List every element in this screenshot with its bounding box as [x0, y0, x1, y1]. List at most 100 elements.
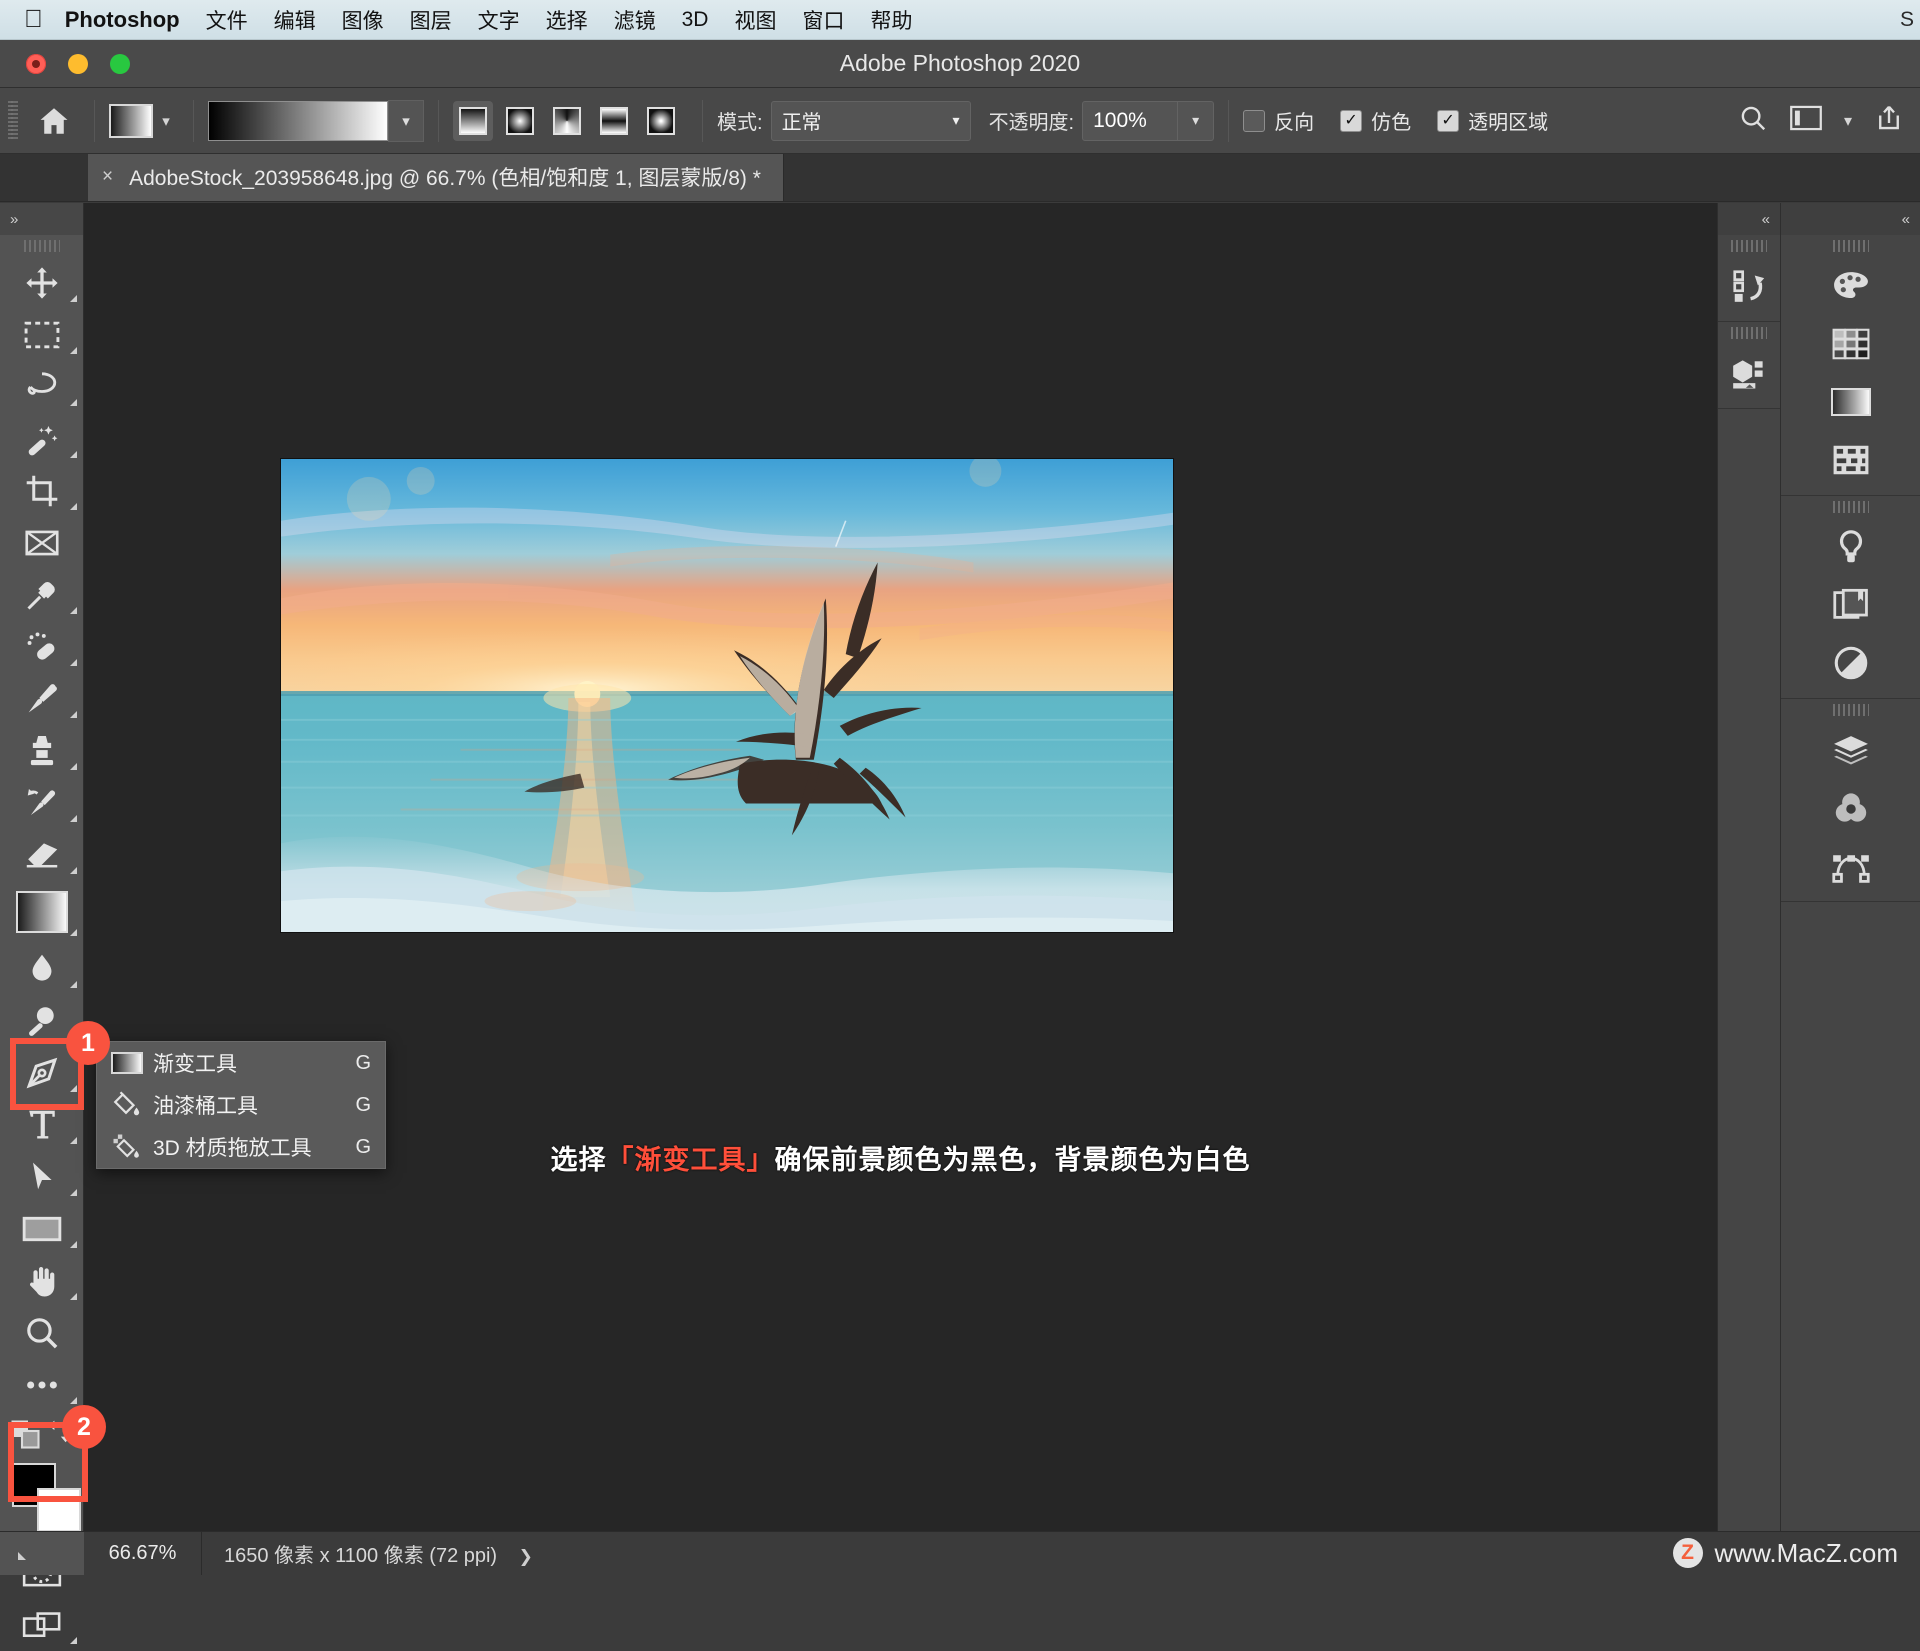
- menu-help[interactable]: 帮助: [870, 5, 912, 35]
- transparency-checkbox[interactable]: ✓: [1437, 109, 1460, 132]
- toolbar-grip[interactable]: [0, 235, 83, 257]
- flyout-item-3d-material-drop-tool[interactable]: 3D 材质拖放工具 G: [97, 1126, 385, 1168]
- rectangle-tool[interactable]: [0, 1203, 83, 1255]
- channels-panel-icon[interactable]: [1781, 779, 1920, 837]
- brush-tool[interactable]: [0, 673, 83, 725]
- chevron-right-icon[interactable]: ❯: [519, 1547, 533, 1566]
- share-icon[interactable]: [1874, 103, 1904, 138]
- menu-window[interactable]: 窗口: [802, 5, 844, 35]
- properties-panel-icon[interactable]: [1781, 634, 1920, 692]
- canvas-area[interactable]: 选择「渐变工具」确保前景颜色为黑色，背景颜色为白色: [84, 203, 1717, 1531]
- crop-tool[interactable]: [0, 465, 83, 517]
- gradient-tool[interactable]: [0, 881, 83, 943]
- tools-panel: »: [0, 203, 84, 1644]
- radial-gradient-button[interactable]: [500, 101, 540, 141]
- rectangular-marquee-tool[interactable]: [0, 309, 83, 361]
- diamond-gradient-button[interactable]: [641, 101, 681, 141]
- gradient-picker-chevron-down-icon[interactable]: ▾: [388, 99, 424, 142]
- swatches-panel-icon[interactable]: [1781, 315, 1920, 373]
- hand-tool[interactable]: [0, 1255, 83, 1307]
- eraser-tool[interactable]: [0, 829, 83, 881]
- opacity-input[interactable]: 100%: [1082, 100, 1179, 141]
- edit-toolbar-more[interactable]: [0, 1359, 83, 1411]
- flyout-shortcut: G: [355, 1135, 371, 1158]
- menubar-status-fragment: S: [1899, 7, 1914, 31]
- menu-layer[interactable]: 图层: [410, 5, 452, 35]
- primary-dock-collapse-button[interactable]: «: [1781, 203, 1920, 235]
- dock-grip[interactable]: [1781, 235, 1920, 257]
- home-icon[interactable]: [34, 101, 74, 141]
- 3d-panel-icon[interactable]: [1718, 344, 1780, 402]
- clone-stamp-tool[interactable]: [0, 725, 83, 777]
- reflected-gradient-button[interactable]: [594, 101, 634, 141]
- dither-checkbox-row[interactable]: ✓ 仿色: [1340, 106, 1411, 135]
- workspace-icon[interactable]: [1790, 105, 1822, 136]
- document-tab[interactable]: × AdobeStock_203958648.jpg @ 66.7% (色相/饱…: [88, 153, 784, 201]
- search-icon[interactable]: [1738, 103, 1768, 138]
- gradient-tool-icon: [15, 891, 68, 933]
- gradient-preset-swatch[interactable]: [109, 103, 153, 138]
- close-icon[interactable]: ×: [102, 166, 113, 188]
- path-selection-tool[interactable]: [0, 1151, 83, 1203]
- menu-file[interactable]: 文件: [206, 5, 248, 35]
- menu-edit[interactable]: 编辑: [274, 5, 316, 35]
- gradient-preview[interactable]: [208, 100, 388, 141]
- gradient-preset-chevron-down-icon[interactable]: ▾: [153, 112, 179, 130]
- blend-mode-select[interactable]: 正常 ▾: [770, 100, 971, 141]
- window-titlebar: Adobe Photoshop 2020: [0, 40, 1920, 88]
- color-panel-icon[interactable]: [1781, 257, 1920, 315]
- transparency-checkbox-row[interactable]: ✓ 透明区域: [1437, 106, 1548, 135]
- menu-filter[interactable]: 滤镜: [614, 5, 656, 35]
- menu-view[interactable]: 视图: [734, 5, 776, 35]
- menu-image[interactable]: 图像: [342, 5, 384, 35]
- layers-panel-icon[interactable]: [1781, 721, 1920, 779]
- lasso-tool[interactable]: [0, 361, 83, 413]
- minimize-button[interactable]: [68, 54, 88, 74]
- menu-3d[interactable]: 3D: [682, 8, 709, 32]
- menu-type[interactable]: 文字: [478, 5, 520, 35]
- dock-grip[interactable]: [1781, 496, 1920, 518]
- dock-grip[interactable]: [1781, 699, 1920, 721]
- secondary-dock-collapse-button[interactable]: «: [1718, 203, 1780, 235]
- menu-select[interactable]: 选择: [546, 5, 588, 35]
- patterns-panel-icon[interactable]: [1781, 431, 1920, 489]
- flyout-item-paint-bucket-tool[interactable]: 油漆桶工具 G: [97, 1084, 385, 1126]
- toolbar-collapse-button[interactable]: »: [0, 203, 83, 235]
- magic-wand-tool[interactable]: [0, 413, 83, 465]
- maximize-button[interactable]: [110, 54, 130, 74]
- angle-gradient-button[interactable]: [547, 101, 587, 141]
- paths-panel-icon[interactable]: [1781, 837, 1920, 895]
- move-tool[interactable]: [0, 257, 83, 309]
- options-bar-grip[interactable]: [8, 100, 18, 141]
- screen-mode-icon[interactable]: [0, 1599, 83, 1651]
- dock-grip[interactable]: [1718, 235, 1780, 257]
- reverse-checkbox[interactable]: [1243, 109, 1266, 132]
- spot-healing-brush-tool[interactable]: [0, 621, 83, 673]
- opacity-stepper-chevron-down-icon[interactable]: ▾: [1178, 100, 1215, 141]
- flyout-shortcut: G: [355, 1093, 371, 1116]
- frame-tool[interactable]: [0, 517, 83, 569]
- document-canvas[interactable]: [280, 458, 1174, 933]
- close-button[interactable]: [26, 54, 46, 74]
- gradient-tool-flyout-menu[interactable]: 渐变工具 G 油漆桶工具 G 3D 材质拖放工具 G: [96, 1041, 386, 1169]
- zoom-level[interactable]: 66.67%: [84, 1531, 202, 1575]
- eyedropper-tool[interactable]: [0, 569, 83, 621]
- dither-checkbox[interactable]: ✓: [1340, 109, 1363, 132]
- reverse-checkbox-row[interactable]: 反向: [1243, 106, 1314, 135]
- blur-tool[interactable]: [0, 943, 83, 995]
- flyout-item-gradient-tool[interactable]: 渐变工具 G: [97, 1042, 385, 1084]
- history-brush-tool[interactable]: [0, 777, 83, 829]
- adjustments-panel-icon[interactable]: [1781, 518, 1920, 576]
- menubar-app-name[interactable]: Photoshop: [65, 7, 180, 33]
- history-panel-icon[interactable]: [1718, 257, 1780, 315]
- document-dimensions[interactable]: 1650 像素 x 1100 像素 (72 ppi) ❯: [202, 1539, 533, 1568]
- gradients-panel-icon[interactable]: [1781, 373, 1920, 431]
- chevron-down-icon[interactable]: ▾: [1844, 111, 1852, 131]
- libraries-panel-icon[interactable]: [1781, 576, 1920, 634]
- dock-grip[interactable]: [1718, 322, 1780, 344]
- apple-icon[interactable]: : [24, 7, 43, 32]
- tool-submenu-triangle: [70, 1637, 77, 1644]
- linear-gradient-button[interactable]: [453, 100, 493, 141]
- tool-options-bar: ▾ ▾ 模式: 正常 ▾ 不透明度: 100% ▾ 反向 ✓ 仿色 ✓ 透明区域…: [0, 88, 1920, 154]
- zoom-tool[interactable]: [0, 1307, 83, 1359]
